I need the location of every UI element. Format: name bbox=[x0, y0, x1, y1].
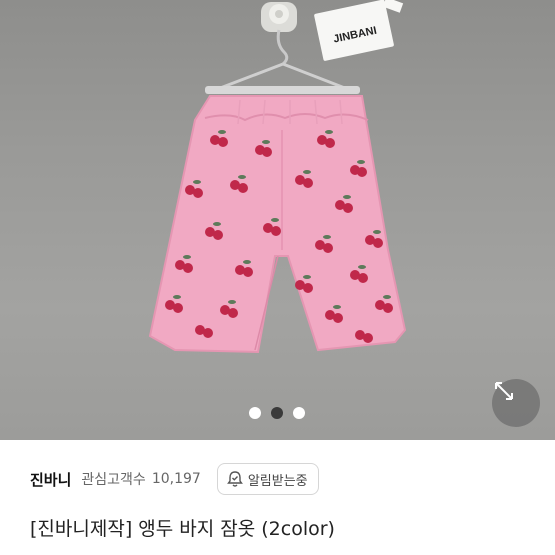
product-photo: JINBANI bbox=[148, 0, 407, 354]
bell-check-icon bbox=[226, 471, 243, 487]
notification-button[interactable]: 알림받는중 bbox=[216, 463, 319, 495]
brand-tag: JINBANI bbox=[314, 0, 394, 61]
seller-info: 진바니 관심고객수 10,197 알림받는중 bbox=[30, 462, 535, 496]
carousel-dot[interactable] bbox=[293, 407, 305, 419]
notification-label: 알림받는중 bbox=[247, 473, 308, 489]
followers-count: 10,197 bbox=[151, 471, 201, 487]
followers-label: 관심고객수 bbox=[81, 472, 146, 488]
carousel-indicator bbox=[249, 407, 305, 419]
wall-hook bbox=[261, 2, 297, 32]
carousel-dot-active[interactable] bbox=[271, 407, 283, 419]
expand-image-button[interactable] bbox=[492, 379, 540, 427]
product-title: [진바니제작] 앵두 바지 잠옷 (2color) bbox=[30, 518, 335, 540]
pink-shorts bbox=[148, 95, 407, 354]
carousel-dot[interactable] bbox=[249, 407, 261, 419]
expand-arrows-icon bbox=[495, 382, 513, 400]
seller-name[interactable]: 진바니 bbox=[30, 469, 71, 490]
product-image[interactable]: JINBANI bbox=[0, 0, 555, 440]
